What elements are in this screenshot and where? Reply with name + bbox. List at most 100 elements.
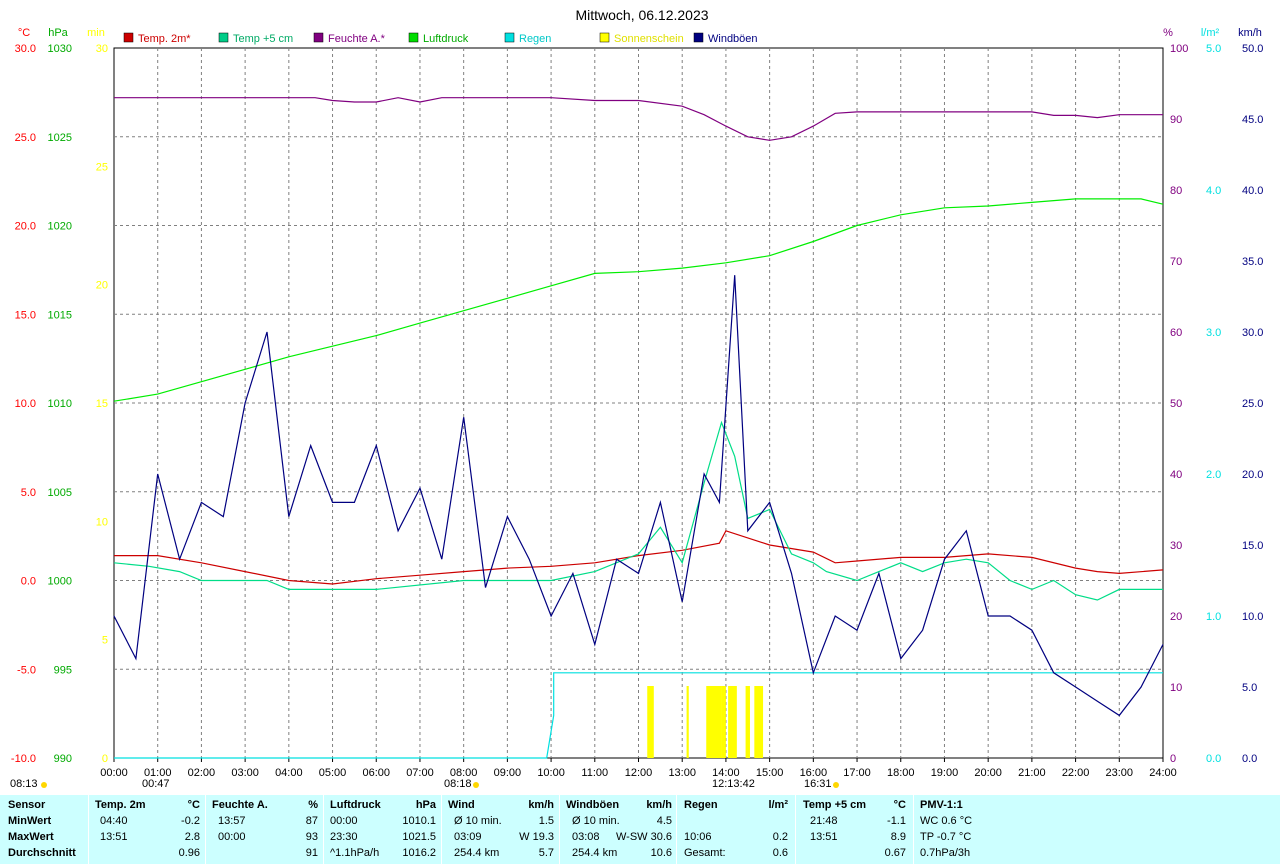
legend-label: Windböen (708, 33, 758, 45)
pmv-value: WC 0.6 °C (920, 815, 973, 827)
x-tick-label: 00:00 (100, 767, 128, 779)
tick-label-wind: 30.0 (1242, 327, 1263, 339)
tick-label-humidity: 40 (1170, 469, 1182, 481)
x-tick-label: 23:00 (1106, 767, 1134, 779)
tick-label-wind: 5.0 (1242, 682, 1257, 694)
tick-label-humidity: 10 (1170, 682, 1182, 694)
tick-label-wind: 35.0 (1242, 256, 1263, 268)
pressure-time: ^1.1hPa/h (330, 847, 380, 859)
sunshine-bar (721, 686, 726, 758)
temp5-time: 13:51 (810, 831, 838, 843)
header-temp: Temp. 2m (95, 799, 146, 811)
legend-label: Sonnenschein (614, 33, 684, 45)
column-separator (88, 795, 89, 864)
right-axes: 10090807060504030201005.04.03.02.01.00.0… (1170, 43, 1263, 765)
temp-value: -0.2 (181, 815, 200, 827)
temp-value: 0.96 (178, 847, 200, 859)
humidity-time: 13:57 (218, 815, 246, 827)
sunshine-bar (754, 686, 764, 758)
wind-value: W 19.3 (519, 831, 554, 843)
pmv-value: 0.7hPa/3h (920, 847, 971, 859)
tick-label-wind: 50.0 (1242, 43, 1263, 55)
column-separator (205, 795, 206, 864)
wind-label: 254.4 km (454, 847, 500, 859)
x-tick-label: 20:00 (974, 767, 1002, 779)
humidity-value: 87 (305, 815, 318, 827)
tick-label-rain: 3.0 (1206, 327, 1221, 339)
tick-label-rain: 5.0 (1206, 43, 1221, 55)
column-separator (913, 795, 914, 864)
sunshine-bar (706, 686, 722, 758)
column-separator (323, 795, 324, 864)
row-label: Durchschnitt (8, 847, 76, 859)
x-tick-label: 06:00 (362, 767, 390, 779)
unit-humidity: % (1163, 27, 1173, 39)
header-wind-unit: km/h (528, 799, 554, 811)
x-tick-label: 07:00 (406, 767, 434, 779)
legend-swatch (504, 32, 515, 43)
weather-chart: Mittwoch, 06.12.2023 Temp. 2m* Temp +5 cm… (10, 7, 1263, 790)
wind-value: 5.7 (538, 847, 554, 859)
wind-label: 03:09 (454, 831, 482, 843)
x-tick-label: 18:00 (887, 767, 915, 779)
row-label: MaxWert (8, 831, 54, 843)
tick-label-temp: 0.0 (21, 576, 36, 588)
tick-label-rain: 2.0 (1206, 469, 1221, 481)
tick-label-humidity: 20 (1170, 611, 1182, 623)
header-gusts-unit: km/h (646, 799, 672, 811)
x-tick-label: 05:00 (319, 767, 347, 779)
tick-label-sunshine: 0 (102, 753, 108, 765)
unit-sunshine: min (87, 27, 105, 39)
pmv-value: TP -0.7 °C (920, 831, 972, 843)
tick-label-sunshine: 30 (96, 43, 108, 55)
tick-label-wind: 10.0 (1242, 611, 1263, 623)
temp-value: 2.8 (184, 831, 200, 843)
legend-label: Regen (519, 33, 551, 45)
header-wind: Wind (448, 799, 475, 811)
x-tick-label: 17:00 (843, 767, 871, 779)
temp-time: 13:51 (100, 831, 128, 843)
tick-label-pressure: 1000 (48, 576, 72, 588)
sunrise-label: 08:13 (10, 778, 38, 790)
sun-markers: 08:13 00:47 08:18 12:13:42 16:31 (10, 778, 839, 790)
x-axis: 00:00 01:00 02:00 03:00 04:00 05:00 06:00 07:00… (100, 758, 1177, 779)
x-tick-label: 03:00 (231, 767, 259, 779)
header-pmv: PMV-1:1 (920, 799, 963, 811)
tick-label-rain: 0.0 (1206, 753, 1221, 765)
tick-label-humidity: 70 (1170, 256, 1182, 268)
rain-value: 0.6 (772, 847, 788, 859)
tick-label-sunshine: 5 (102, 635, 108, 647)
header-humidity-unit: % (308, 799, 318, 811)
tick-label-pressure: 1030 (48, 43, 72, 55)
pressure-time: 23:30 (330, 831, 358, 843)
rain-value: 0.2 (772, 831, 788, 843)
tick-label-pressure: 995 (54, 664, 72, 676)
header-temp5-unit: °C (893, 799, 906, 811)
x-tick-label: 11:00 (581, 767, 608, 779)
column-separator (559, 795, 560, 864)
tick-label-pressure: 1025 (48, 132, 72, 144)
pressure-value: 1021.5 (402, 831, 436, 843)
sunshine-bar (728, 686, 737, 758)
tick-label-temp: 15.0 (15, 309, 36, 321)
x-tick-label: 19:00 (931, 767, 959, 779)
tick-label-sunshine: 15 (96, 398, 108, 410)
temp5-time: 21:48 (810, 815, 838, 827)
unit-pressure: hPa (48, 27, 68, 39)
gusts-label: 03:08 (572, 831, 600, 843)
legend: Temp. 2m* Temp +5 cm Feuchte A.* Luftdruck R… (123, 32, 758, 45)
humidity-value: 93 (305, 831, 318, 843)
tick-label-wind: 45.0 (1242, 114, 1263, 126)
temp5-value: 8.9 (890, 831, 906, 843)
tick-label-humidity: 90 (1170, 114, 1182, 126)
humidity-value: 91 (305, 847, 318, 859)
tick-label-pressure: 1010 (48, 398, 72, 410)
x-tick-label: 15:00 (756, 767, 784, 779)
humidity-time: 00:00 (218, 831, 246, 843)
sunshine-bar (686, 686, 689, 758)
sunshine-bar (745, 686, 750, 758)
tick-label-pressure: 1015 (48, 309, 72, 321)
x-tick-label: 13:00 (668, 767, 696, 779)
tick-label-rain: 4.0 (1206, 185, 1221, 197)
row-label: MinWert (8, 815, 52, 827)
